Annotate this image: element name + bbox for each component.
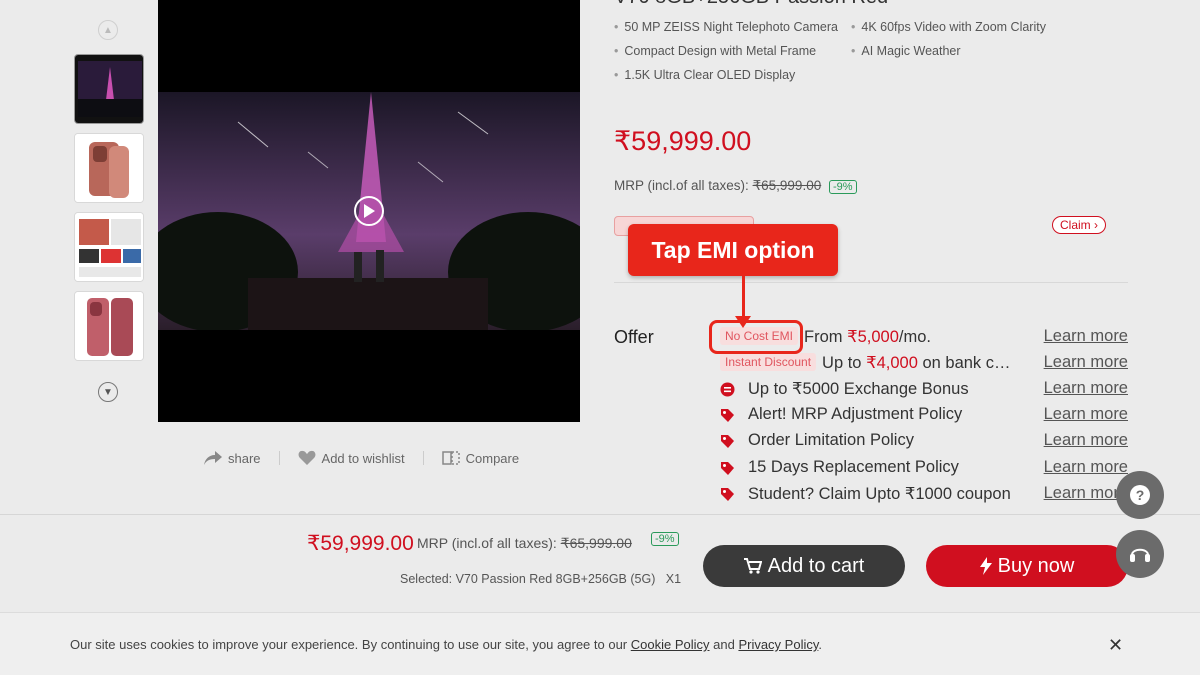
learn-more-link[interactable]: Learn more — [1044, 379, 1128, 398]
cookie-message: Our site uses cookies to improve your ex… — [70, 637, 631, 652]
offer-text: Order Limitation Policy — [748, 431, 914, 449]
cookie-period: . — [818, 637, 823, 652]
headset-icon — [1130, 548, 1150, 562]
thumbnail-phone-back-image — [75, 134, 143, 202]
sticky-price: ₹59,999.00 — [307, 532, 414, 555]
mrp-line: MRP (incl.of all taxes): ₹65,999.00 -9% — [614, 178, 857, 194]
learn-more-link[interactable]: Learn more — [1044, 353, 1128, 372]
offer-amount: ₹5,000 — [847, 328, 899, 346]
product-price: ₹59,999.00 — [614, 126, 752, 156]
exchange-icon — [720, 382, 735, 397]
offer-row-order-limit[interactable]: Order Limitation Policy Learn more — [720, 431, 1128, 453]
cookie-banner: Our site uses cookies to improve your ex… — [0, 612, 1200, 675]
close-icon[interactable]: ✕ — [1108, 635, 1123, 656]
sticky-discount-badge: -9% — [651, 532, 679, 546]
share-label: share — [228, 450, 261, 466]
chevron-down-icon[interactable]: ▼ — [98, 382, 118, 402]
offer-text: Up to ₹5000 Exchange Bonus — [748, 380, 969, 398]
sticky-purchase-bar: ₹59,999.00 MRP (incl.of all taxes): ₹65,… — [0, 514, 1200, 612]
offer-row-exchange[interactable]: Up to ₹5000 Exchange Bonus Learn more — [720, 379, 1128, 401]
divider — [278, 451, 280, 465]
divider — [614, 282, 1128, 283]
media-actions: share Add to wishlist Compare — [204, 450, 519, 466]
lightning-icon — [979, 557, 992, 575]
thumbnail-phone-pair-image — [75, 292, 143, 360]
product-title: V70 8GB+256GB Passion Red — [614, 0, 888, 9]
callout-arrow — [742, 276, 745, 320]
selected-variant: Selected: V70 Passion Red 8GB+256GB (5G)… — [400, 572, 681, 586]
share-button[interactable]: share — [204, 451, 261, 466]
thumbnail-phone-pair[interactable] — [74, 291, 144, 361]
customer-support-button[interactable] — [1116, 530, 1164, 578]
buy-now-button[interactable]: Buy now — [926, 545, 1128, 587]
offer-label: Offer — [614, 327, 654, 347]
tag-icon — [721, 409, 734, 422]
offer-row-student[interactable]: Student? Claim Upto ₹1000 coupon Learn m… — [720, 484, 1128, 506]
offer-amount: ₹4,000 — [866, 354, 918, 372]
thumbnail-video-image — [75, 55, 143, 123]
claim-button[interactable]: Claim › — [1052, 216, 1106, 234]
compare-label: Compare — [465, 450, 520, 466]
offer-row-mrp-policy[interactable]: Alert! MRP Adjustment Policy Learn more — [720, 405, 1128, 427]
share-icon — [204, 451, 222, 465]
learn-more-link[interactable]: Learn more — [1044, 458, 1128, 477]
learn-more-link[interactable]: Learn more — [1044, 327, 1128, 346]
mrp-value: ₹65,999.00 — [752, 178, 822, 193]
cart-icon — [743, 558, 762, 574]
feature-item: AI Magic Weather — [851, 44, 960, 58]
chevron-up-icon[interactable]: ▲ — [98, 20, 118, 40]
instant-discount-tag: Instant Discount — [720, 353, 817, 371]
heart-icon — [298, 450, 315, 465]
thumbnail-phone-back[interactable] — [74, 133, 144, 203]
cookie-text: Our site uses cookies to improve your ex… — [70, 637, 822, 652]
sticky-mrp: MRP (incl.of all taxes): ₹65,999.00 — [417, 535, 632, 552]
offer-row-replacement[interactable]: 15 Days Replacement Policy Learn more — [720, 458, 1128, 480]
offer-text: on bank c… — [917, 354, 1011, 372]
wishlist-label: Add to wishlist — [321, 450, 405, 466]
thumbnail-video[interactable] — [74, 54, 144, 124]
privacy-policy-link[interactable]: Privacy Policy — [738, 637, 818, 652]
tag-icon — [721, 488, 734, 501]
thumbnail-features-image — [75, 213, 143, 281]
selected-variant-text: Selected: V70 Passion Red 8GB+256GB (5G) — [400, 572, 656, 586]
add-to-cart-button[interactable]: Add to cart — [703, 545, 905, 587]
cookie-policy-link[interactable]: Cookie Policy — [631, 637, 710, 652]
mrp-label: MRP (incl.of all taxes): — [614, 178, 749, 193]
compare-button[interactable]: Compare — [441, 450, 520, 466]
play-icon[interactable] — [354, 196, 384, 226]
offer-text: Up to — [822, 354, 867, 372]
offer-text: /mo. — [898, 328, 931, 346]
divider — [422, 451, 424, 465]
add-to-wishlist-button[interactable]: Add to wishlist — [298, 450, 405, 466]
tap-emi-callout: Tap EMI option — [628, 224, 838, 276]
buy-now-label: Buy now — [997, 554, 1075, 577]
add-to-cart-label: Add to cart — [767, 554, 865, 577]
tag-icon — [721, 462, 734, 475]
sticky-mrp-label: MRP (incl.of all taxes): — [417, 535, 557, 551]
offer-row-instant-discount[interactable]: Instant Discount Up to ₹4,000 on bank c… … — [720, 353, 1128, 375]
feature-item: 50 MP ZEISS Night Telephoto Camera — [614, 20, 838, 34]
help-button[interactable]: ? — [1116, 471, 1164, 519]
emi-highlight-box — [709, 320, 803, 354]
offer-text: 15 Days Replacement Policy — [748, 458, 959, 476]
offer-text: Student? Claim Upto ₹1000 coupon — [748, 485, 1011, 503]
quantity: X1 — [665, 572, 682, 586]
offer-text: From — [804, 328, 848, 346]
svg-text:?: ? — [1136, 487, 1145, 503]
offer-text: Alert! MRP Adjustment Policy — [748, 405, 963, 423]
learn-more-link[interactable]: Learn more — [1044, 405, 1128, 424]
discount-badge: -9% — [828, 180, 857, 194]
question-icon: ? — [1130, 485, 1150, 505]
learn-more-link[interactable]: Learn more — [1044, 431, 1128, 450]
product-video[interactable] — [158, 0, 580, 422]
feature-item: 4K 60fps Video with Zoom Clarity — [851, 20, 1046, 34]
thumbnail-features[interactable] — [74, 212, 144, 282]
sticky-mrp-value: ₹65,999.00 — [560, 535, 632, 551]
cookie-and: and — [709, 637, 739, 652]
feature-item: 1.5K Ultra Clear OLED Display — [614, 68, 795, 82]
compare-icon — [441, 451, 460, 465]
feature-item: Compact Design with Metal Frame — [614, 44, 816, 58]
product-page: ▲ ▼ share Add to wishlist Compare • 50 M… — [0, 0, 1200, 675]
tag-icon — [721, 435, 734, 448]
